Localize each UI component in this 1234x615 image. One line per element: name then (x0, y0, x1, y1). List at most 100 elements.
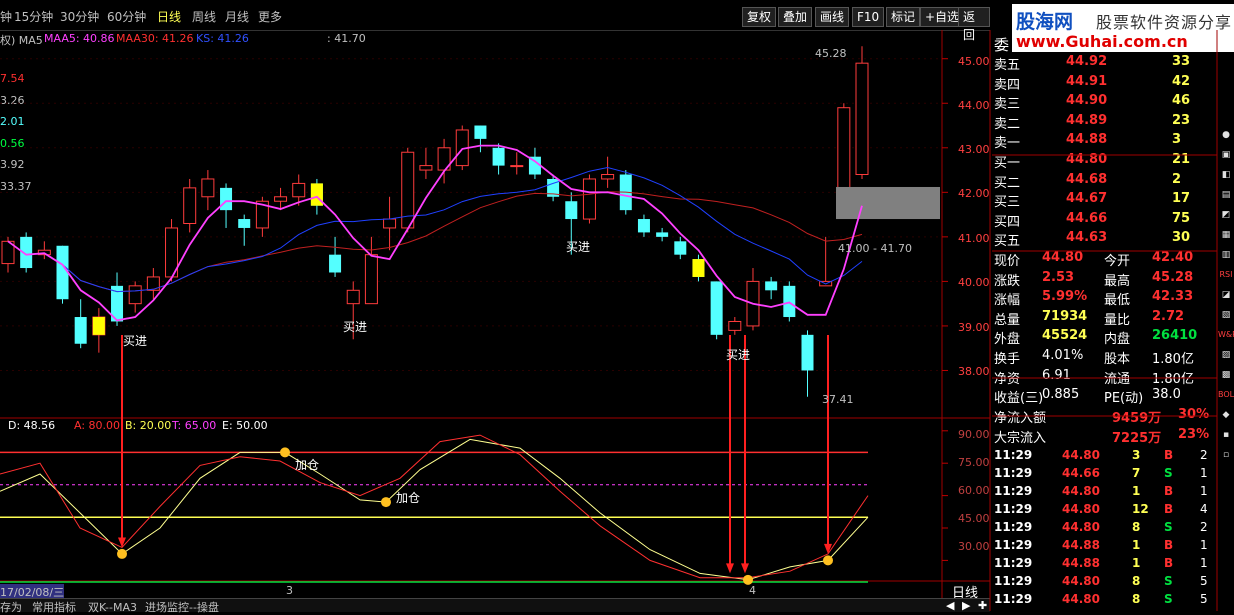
tick-side: S (1164, 574, 1173, 588)
indicator-button[interactable]: W&R (1218, 330, 1234, 339)
sidebar-tool-icon[interactable]: ◧ (1218, 170, 1234, 180)
candle-body (510, 165, 524, 168)
scroll-right-icon[interactable]: ▶ (962, 599, 970, 612)
osc-b-legend: B: 20.00 (125, 419, 172, 432)
flow-label: 大宗流入 (994, 430, 1047, 446)
tick-volume: 8 (1132, 520, 1141, 534)
mark-button[interactable]: 标记 (886, 7, 921, 27)
sidebar-tool-icon[interactable]: ▧ (1218, 310, 1234, 320)
quote-panel: 委 卖五 44.92 33 卖四 44.91 42 卖三 44.90 46 卖二 44.89 23 卖一… (992, 30, 1218, 611)
buy-signal-label: 买进 (343, 320, 368, 334)
sidebar-tool-icon[interactable]: ▨ (1218, 350, 1234, 360)
sidebar-tool-icon[interactable]: ▥ (1218, 250, 1234, 260)
double-k-tab[interactable]: 双K--MA3 (88, 599, 137, 615)
maa30-line (7, 191, 863, 293)
tick-time: 11:29 (994, 484, 1033, 498)
period-more[interactable]: 更多 (258, 8, 282, 25)
period-30min[interactable]: 30分钟 (60, 8, 99, 25)
sidebar-tool-icon[interactable]: ▫ (1218, 450, 1234, 460)
stat-value: 45524 (1042, 328, 1088, 344)
draw-line-button[interactable]: 画线 (815, 7, 850, 27)
bid-label: 买二 (994, 175, 1021, 191)
candle-body (728, 320, 742, 331)
candle-body (582, 178, 596, 220)
tick-time: 11:29 (994, 502, 1033, 516)
flow-percent: 30% (1178, 407, 1210, 422)
sidebar-tool-icon[interactable]: ▩ (1218, 370, 1234, 380)
sidebar-tool-icon[interactable]: ▣ (1218, 150, 1234, 160)
flow-value: 9459万 (1112, 411, 1162, 426)
kline-chart[interactable] (0, 30, 990, 598)
tick-volume: 8 (1132, 574, 1141, 588)
stat-value: 42.40 (1152, 250, 1194, 265)
scroll-left-icon[interactable]: ◀ (946, 599, 954, 612)
bid-label: 买三 (994, 195, 1021, 211)
high-price-label: 45.28 (815, 47, 847, 60)
period-daily[interactable]: 日线 (157, 8, 181, 25)
overlay-button[interactable]: 叠加 (778, 7, 813, 27)
back-button[interactable]: 返回 (958, 7, 990, 42)
period-weekly[interactable]: 周线 (192, 8, 216, 25)
ask-price: 44.88 (1066, 132, 1108, 148)
flow-percent: 23% (1178, 426, 1210, 442)
tick-volume: 3 (1132, 448, 1141, 462)
candle-body (329, 254, 342, 273)
stat-label: 净资 (994, 371, 1021, 387)
tick-side: S (1164, 520, 1173, 534)
ask-price: 44.92 (1066, 54, 1108, 69)
sidebar-tool-icon[interactable]: ▤ (1218, 190, 1234, 200)
osc-d-line (0, 438, 869, 581)
candle-body (201, 178, 215, 198)
entry-monitor-tab[interactable]: 进场监控--操盘 (145, 599, 219, 615)
osc-a-line (0, 434, 869, 579)
range-label: 41.00 - 41.70 (838, 242, 912, 255)
sidebar-tool-icon[interactable]: ◆ (1218, 410, 1234, 420)
tick-count: 5 (1200, 574, 1208, 588)
sidebar-tool-icon[interactable]: ◪ (1218, 290, 1234, 300)
period-monthly[interactable]: 月线 (225, 8, 249, 25)
candle-body (801, 334, 814, 371)
indicator-button[interactable]: RSI (1218, 270, 1234, 279)
sidebar-tool-icon[interactable]: ▦ (1218, 230, 1234, 240)
tick-price: 44.80 (1062, 520, 1100, 534)
bid-volume: 2 (1172, 171, 1182, 187)
bid-price: 44.66 (1066, 210, 1108, 226)
osc-axis-tick: 30.00 (958, 540, 990, 553)
zoom-icon[interactable]: ✚ (978, 599, 987, 612)
stat-value: 2.53 (1042, 269, 1075, 285)
ask-label: 卖五 (994, 58, 1021, 73)
save-as-tab[interactable]: 存为 (0, 599, 22, 615)
restore-rights-button[interactable]: 复权 (742, 7, 777, 27)
buy-signal-bar (310, 183, 323, 206)
ask-price: 44.91 (1066, 73, 1108, 89)
common-indicator-tab[interactable]: 常用指标 (32, 599, 76, 615)
tick-price: 44.66 (1062, 466, 1100, 480)
stat-label: PE(动) (1104, 391, 1144, 407)
f10-button[interactable]: F10 (852, 7, 885, 27)
candle-body (274, 196, 288, 202)
stat-label: 今开 (1104, 254, 1131, 269)
stat-value: 5.99% (1042, 289, 1088, 305)
period-15min[interactable]: 15分钟 (14, 8, 53, 25)
sidebar-tool-icon[interactable]: ● (1218, 130, 1234, 140)
sidebar-tool-icon[interactable]: ▪ (1218, 430, 1234, 440)
tick-price: 44.88 (1062, 538, 1100, 552)
tick-price: 44.80 (1062, 574, 1100, 588)
sidebar-tool-icon[interactable]: ◩ (1218, 210, 1234, 220)
tick-volume: 7 (1132, 466, 1141, 480)
tick-side: B (1164, 448, 1174, 462)
period-60min[interactable]: 60分钟 (107, 8, 146, 25)
ask-label: 卖四 (994, 77, 1021, 93)
stat-value: 38.0 (1152, 387, 1181, 403)
add-position-label: 加仓 (295, 458, 320, 472)
tick-price: 44.80 (1062, 484, 1100, 498)
stat-value: 1.80亿 (1152, 371, 1194, 387)
tick-price: 44.80 (1062, 592, 1100, 606)
candle-body (74, 317, 87, 344)
candle-body (346, 289, 360, 305)
price-axis-tick: 42.00 (958, 187, 990, 200)
indicator-button[interactable]: BOLL (1218, 390, 1234, 399)
tick-time: 11:29 (994, 538, 1033, 552)
osc-t-legend: T: 65.00 (172, 419, 217, 432)
add-position-label: 加仓 (396, 491, 421, 505)
